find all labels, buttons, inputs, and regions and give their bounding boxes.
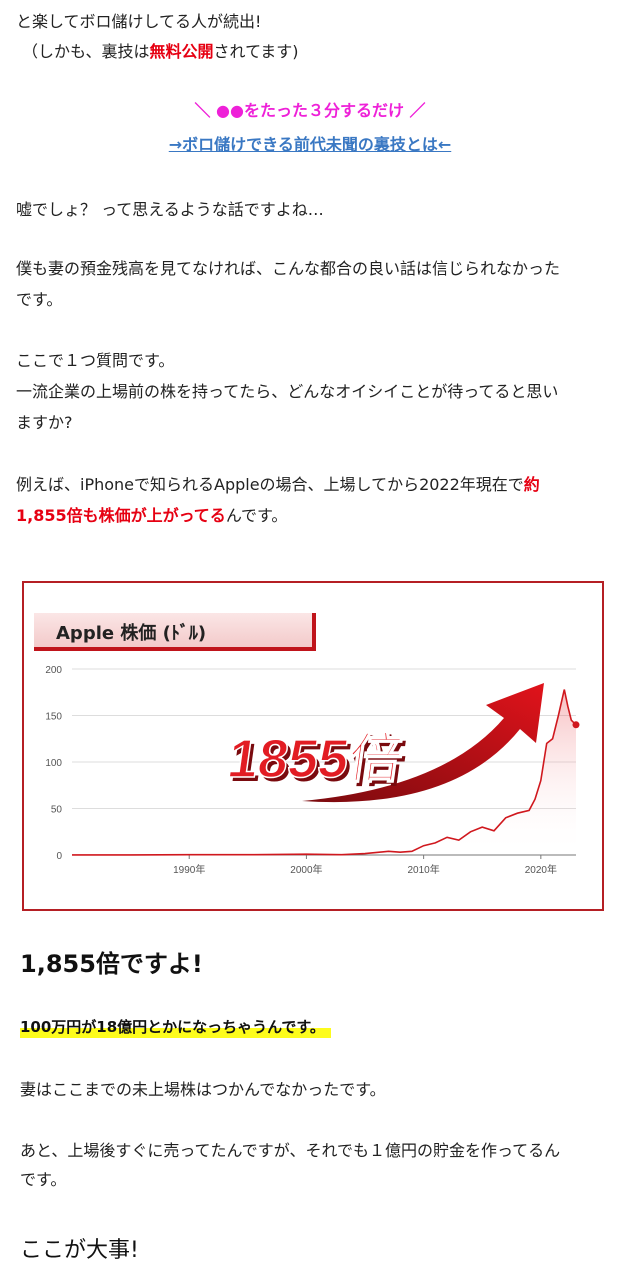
free-public-text: 無料公開 (149, 42, 214, 61)
cta-link[interactable]: →ボロ儲けできる前代未聞の裏技とは← (169, 135, 452, 154)
y-tick-label: 150 (45, 712, 62, 723)
paragraph-4-line-2: 1,855倍も株価が上がってるんです。 (16, 502, 287, 529)
paragraph-4-red-2: 1,855倍も株価が上がってる (16, 506, 226, 525)
y-tick-label: 200 (45, 665, 62, 676)
paragraph-3-line-2: 一流企業の上場前の株を持ってたら、どんなオイシイことが待ってると思い (16, 382, 559, 401)
last-price-point (572, 721, 580, 729)
annotation-text: 1855倍 (224, 729, 406, 789)
highlight-text: 100万円が18億円とかになっちゃうんです。 (20, 1016, 331, 1038)
paragraph-3-line-1: ここで１つ質問です。 (16, 351, 175, 370)
y-tick-label: 50 (51, 805, 63, 816)
paragraph-4-tail: んです。 (225, 506, 288, 525)
intro-line-2-text: （しかも、裏技は (22, 42, 150, 61)
stock-chart: 0501001502001990年 2000年 2010年 2020年 1855倍 1… (45, 665, 580, 876)
paragraph-5: 妻はここまでの未上場株はつかんでなかったです。 (20, 1080, 386, 1099)
intro-line-2-tail: されてます) (213, 42, 299, 61)
paragraph-1: 嘘でしょ？ って思えるような話ですよね… (16, 200, 324, 219)
y-tick-label: 0 (56, 851, 62, 862)
x-tick-label: 2010年 (408, 863, 440, 876)
paragraph-6-line-2: です。 (20, 1170, 67, 1189)
x-tick-label: 1990年 (173, 863, 205, 876)
paragraph-2-line-2: です。 (16, 290, 63, 309)
paragraph-4-line-1: 例えば、iPhoneで知られるAppleの場合、上場してから2022年現在で約 (16, 471, 540, 498)
paragraph-2-line-1: 僕も妻の預金残高を見てなければ、こんな都合の良い話は信じられなかった (16, 259, 561, 278)
section-heading: ここが大事! (20, 1238, 139, 1263)
x-tick-label: 2000年 (290, 863, 322, 876)
big-statement: 1,855倍ですよ! (20, 950, 203, 978)
paragraph-4-text: 例えば、iPhoneで知られるAppleの場合、上場してから2022年現在で (16, 475, 524, 494)
paragraph-4-red-1: 約 (523, 475, 540, 494)
cta-tagline: ＼ ●●をたった３分するだけ ／ (194, 101, 426, 120)
chart-frame: Apple 株価 (ﾄﾞﾙ) 0 50 100 150 200 1990年 2000年 201… (22, 581, 604, 911)
x-tick-label: 2020年 (525, 863, 557, 876)
y-tick-label: 100 (45, 758, 62, 769)
paragraph-6-line-1: あと、上場後すぐに売ってたんですが、それでも１億円の貯金を作ってるん (20, 1141, 561, 1160)
intro-line-1: と楽してボロ儲けしてる人が続出! (16, 12, 262, 31)
paragraph-3-line-3: ますか? (16, 413, 73, 432)
intro-line-2: （しかも、裏技は無料公開されてます) (22, 38, 299, 65)
